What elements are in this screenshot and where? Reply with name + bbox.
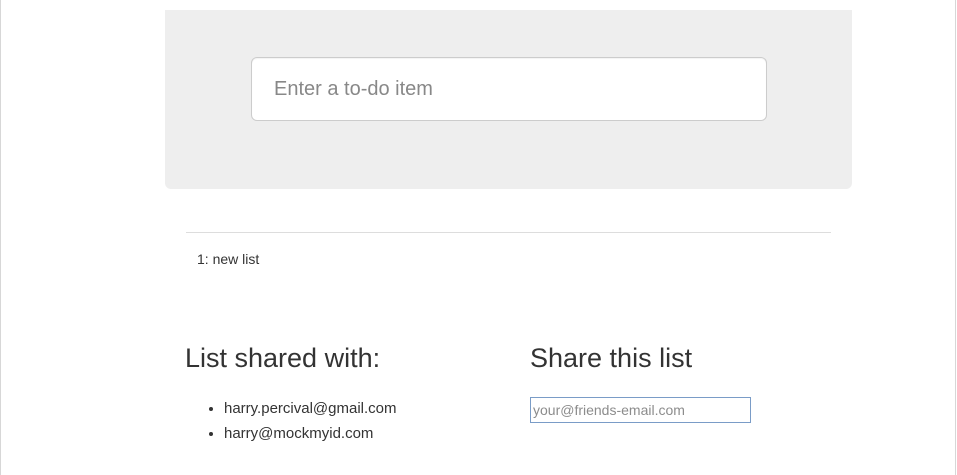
share-list-heading: Share this list [530,343,693,373]
new-item-panel [165,10,852,189]
list-table: 1: new list [197,251,259,267]
share-email-input[interactable] [530,397,751,423]
shared-with-item: harry.percival@gmail.com [224,396,397,421]
window-border-left [0,0,1,475]
list-item-text: 1: new list [197,251,260,267]
list-table-row: 1: new list [197,251,259,267]
window-border-right [955,0,956,475]
shared-with-heading: List shared with: [185,343,381,373]
shared-with-item: harry@mockmyid.com [224,421,397,446]
shared-with-list: harry.percival@gmail.com harry@mockmyid.… [205,396,397,446]
new-item-input[interactable] [251,57,767,121]
divider [186,232,831,233]
